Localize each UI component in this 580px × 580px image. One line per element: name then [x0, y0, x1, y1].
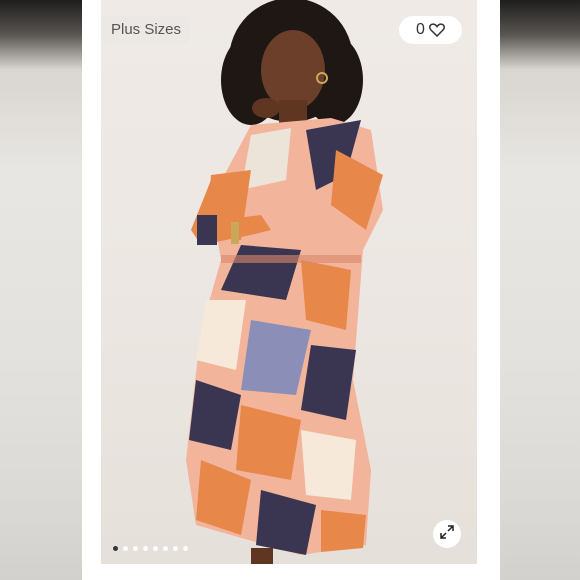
carousel-dot[interactable] [173, 546, 178, 551]
carousel-dot[interactable] [153, 546, 158, 551]
heart-icon [428, 23, 445, 37]
blurred-background-left [0, 0, 82, 580]
carousel-dot[interactable] [113, 546, 118, 551]
carousel-dot[interactable] [163, 546, 168, 551]
plus-sizes-label: Plus Sizes [111, 21, 182, 38]
plus-sizes-badge: Plus Sizes [103, 16, 190, 44]
carousel-indicators[interactable] [113, 546, 188, 551]
carousel-dot[interactable] [133, 546, 138, 551]
model-wearing-dress-illustration [186, 0, 383, 564]
expand-icon [440, 524, 454, 544]
blurred-background-right [500, 0, 580, 580]
expand-button[interactable] [433, 520, 461, 548]
like-button[interactable]: 0 [399, 16, 462, 44]
product-photo[interactable] [101, 0, 477, 564]
carousel-dot[interactable] [123, 546, 128, 551]
carousel-dot[interactable] [183, 546, 188, 551]
carousel-dot[interactable] [143, 546, 148, 551]
like-count: 0 [416, 21, 425, 38]
